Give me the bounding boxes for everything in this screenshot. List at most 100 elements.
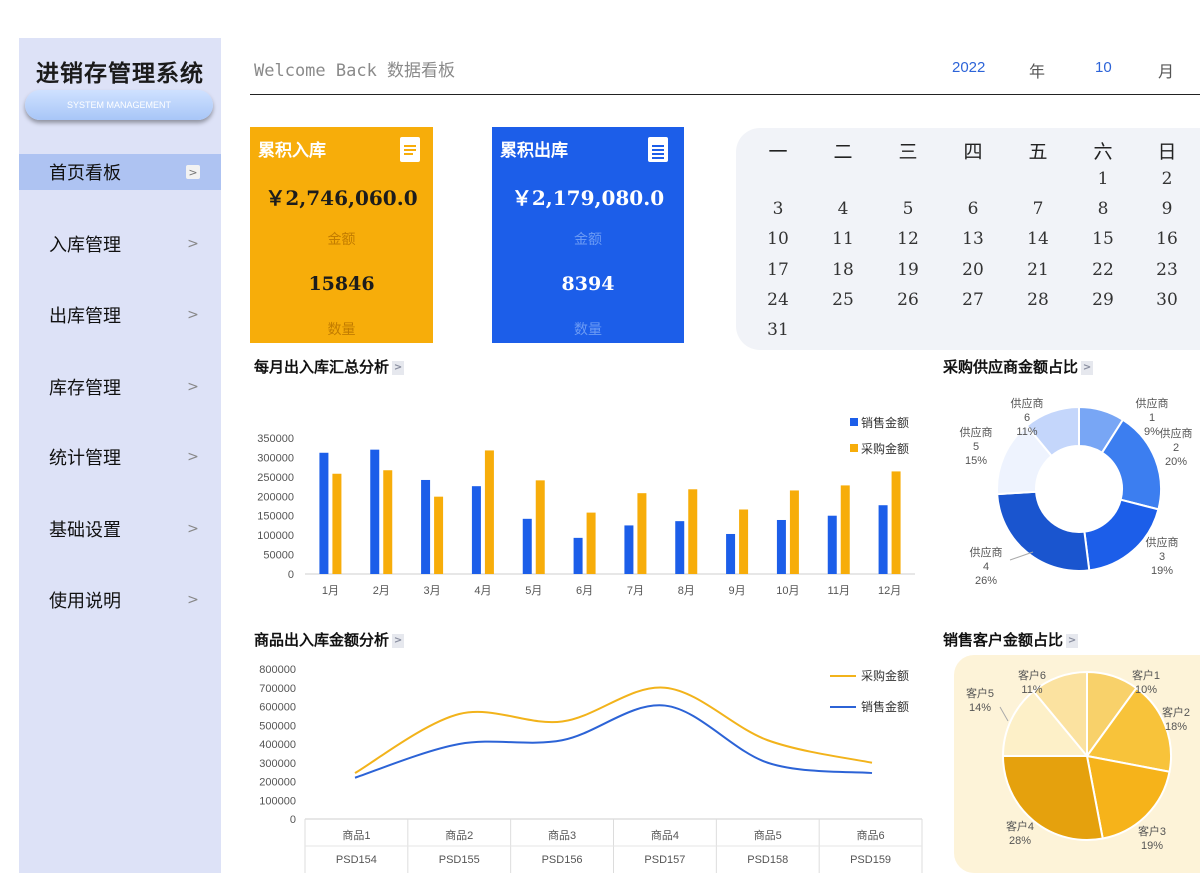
x-tick-sublabel: PSD159 — [850, 854, 891, 866]
calendar: 一二三四五六日 1 2 3 4 5 6 7 8 9 10 11 12 13 14 15 16 17 18 19 20 21… — [736, 128, 1200, 350]
calendar-day[interactable]: 26 — [888, 290, 928, 310]
calendar-day[interactable]: 13 — [953, 229, 993, 249]
year-selector[interactable]: 2022 — [952, 59, 985, 76]
calendar-day[interactable]: 7 — [1018, 199, 1058, 219]
card-amount-label: 金额 — [327, 232, 356, 248]
bar-sales — [776, 519, 786, 574]
slice-percent: 10% — [1135, 684, 1157, 696]
slice-label: 供应商 — [1136, 396, 1169, 410]
slice-percent: 11% — [1021, 684, 1042, 696]
calendar-day[interactable]: 21 — [1018, 260, 1058, 280]
slice-percent: 28% — [1009, 835, 1031, 847]
calendar-day[interactable]: 11 — [823, 229, 863, 249]
card-amount-label: 金额 — [574, 232, 602, 248]
y-tick-label: 150000 — [257, 511, 294, 523]
leader-line — [1009, 551, 1034, 561]
bar-purchase — [840, 485, 850, 574]
x-tick-label: 12月 — [878, 585, 901, 597]
calendar-day[interactable]: 9 — [1147, 199, 1187, 219]
calendar-day[interactable]: 31 — [758, 320, 798, 340]
calendar-day[interactable]: 17 — [758, 260, 798, 280]
calendar-day[interactable]: 15 — [1083, 229, 1123, 249]
calendar-day[interactable]: 6 — [953, 199, 993, 219]
bar-sales — [624, 525, 634, 574]
bar-purchase — [739, 509, 749, 574]
supplier-section-title[interactable]: 采购供应商金额占比 > — [943, 356, 1094, 377]
nav-item-outbound[interactable]: 出库管理 > — [19, 297, 221, 333]
bar-sales — [421, 479, 431, 574]
slice-label: 客户1 — [1132, 668, 1160, 682]
slice-percent: 18% — [1165, 721, 1187, 733]
customer-pie-chart: 客户1 10% 客户2 18% 客户3 19% 客户4 28% 客户5 14% 客户6 11% — [966, 668, 1190, 852]
calendar-day[interactable]: 20 — [953, 260, 993, 280]
slice-percent: 15% — [965, 455, 987, 467]
slice-label: 供应商 — [970, 545, 1003, 559]
series-line-purchase — [354, 686, 873, 774]
chevron-right-icon: > — [392, 360, 405, 375]
x-tick-label: 1月 — [322, 585, 339, 597]
calendar-day[interactable]: 28 — [1018, 290, 1058, 310]
nav-item-label: 首页看板 — [49, 163, 121, 184]
bar-sales — [573, 537, 583, 574]
nav-item-label: 出库管理 — [49, 306, 121, 327]
calendar-day[interactable]: 10 — [758, 229, 798, 249]
y-tick-label: 0 — [290, 814, 296, 826]
bar-sales — [675, 521, 685, 574]
nav-item-statistics[interactable]: 统计管理 > — [19, 439, 221, 475]
nav-item-help[interactable]: 使用说明 > — [19, 582, 221, 618]
chevron-right-icon: > — [187, 592, 199, 608]
customer-section-title[interactable]: 销售客户金额占比 > — [943, 629, 1079, 650]
calendar-day[interactable]: 14 — [1018, 229, 1058, 249]
calendar-day[interactable]: 30 — [1147, 290, 1187, 310]
chevron-right-icon: > — [187, 379, 199, 395]
calendar-day[interactable]: 24 — [758, 290, 798, 310]
nav-item-inbound[interactable]: 入库管理 > — [19, 226, 221, 262]
calendar-day[interactable]: 16 — [1147, 229, 1187, 249]
header-divider — [250, 94, 1200, 95]
bar-purchase — [637, 493, 647, 574]
calendar-day[interactable]: 5 — [888, 199, 928, 219]
bar-sales — [878, 505, 888, 574]
calendar-day[interactable]: 23 — [1147, 260, 1187, 280]
calendar-day[interactable]: 8 — [1083, 199, 1123, 219]
slice-label-number: 3 — [1159, 551, 1165, 563]
chevron-right-icon: > — [186, 165, 200, 179]
slice-label-number: 1 — [1149, 412, 1155, 424]
product-section-title[interactable]: 商品出入库金额分析 > — [254, 629, 405, 650]
nav-item-settings[interactable]: 基础设置 > — [19, 511, 221, 547]
y-tick-label: 50000 — [263, 550, 294, 562]
y-tick-label: 100000 — [257, 530, 294, 542]
calendar-weekday: 四 — [963, 141, 983, 163]
section-title-text: 采购供应商金额占比 — [943, 358, 1079, 376]
calendar-day[interactable]: 4 — [823, 199, 863, 219]
y-tick-label: 800000 — [259, 664, 296, 676]
calendar-day[interactable]: 19 — [888, 260, 928, 280]
sidebar: 进销存管理系统 SYSTEM MANAGEMENT 首页看板 > 入库管理 > … — [19, 38, 221, 873]
nav-item-inventory[interactable]: 库存管理 > — [19, 369, 221, 405]
nav-item-dashboard[interactable]: 首页看板 > — [19, 154, 221, 190]
calendar-day[interactable]: 1 — [1083, 169, 1123, 189]
nav-item-label: 库存管理 — [49, 378, 121, 399]
calendar-day[interactable]: 22 — [1083, 260, 1123, 280]
calendar-day[interactable]: 2 — [1147, 169, 1187, 189]
calendar-day[interactable]: 25 — [823, 290, 863, 310]
month-selector[interactable]: 10 — [1095, 59, 1112, 76]
calendar-day[interactable]: 29 — [1083, 290, 1123, 310]
monthly-section-title[interactable]: 每月出入库汇总分析 > — [254, 356, 405, 377]
card-quantity-label: 数量 — [574, 322, 602, 338]
slice-percent: 20% — [1165, 456, 1187, 468]
card-amount: ￥2,746,060.0 — [265, 186, 418, 210]
slice-label-number: 5 — [973, 441, 979, 453]
y-tick-label: 200000 — [257, 491, 294, 503]
nav-item-label: 入库管理 — [49, 235, 121, 256]
y-tick-label: 400000 — [259, 739, 296, 751]
slice-label: 供应商 — [1011, 396, 1044, 410]
bar-purchase — [789, 490, 799, 574]
calendar-day[interactable]: 18 — [823, 260, 863, 280]
slice-percent: 26% — [975, 575, 997, 587]
legend-label: 销售金额 — [861, 699, 909, 714]
calendar-day[interactable]: 12 — [888, 229, 928, 249]
calendar-day[interactable]: 27 — [953, 290, 993, 310]
slice-label: 供应商 — [1160, 426, 1193, 440]
calendar-day[interactable]: 3 — [758, 199, 798, 219]
